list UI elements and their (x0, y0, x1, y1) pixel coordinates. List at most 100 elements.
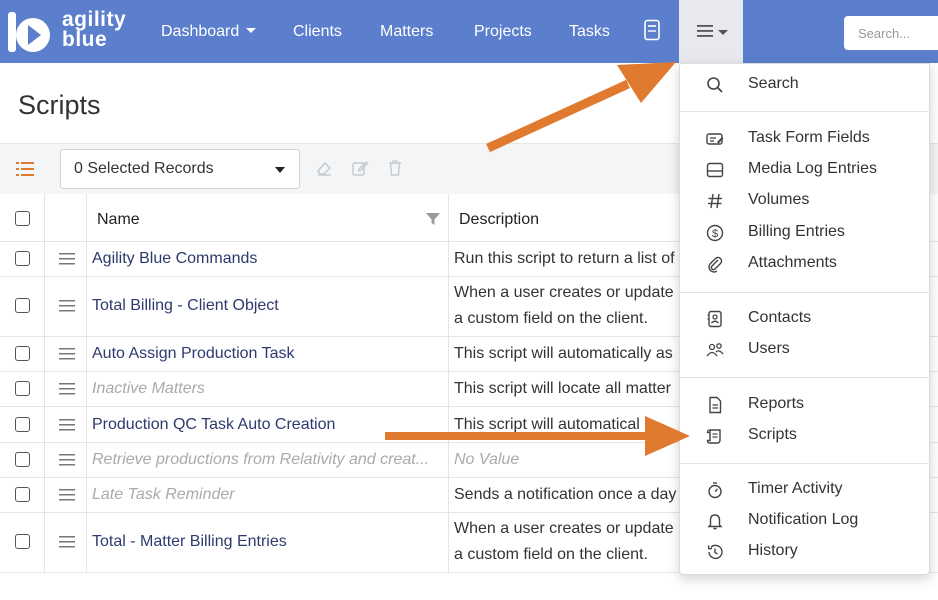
drag-handle-icon[interactable] (59, 489, 75, 501)
drag-handle-icon[interactable] (59, 253, 75, 265)
menu-item-label: Timer Activity (748, 480, 843, 497)
history-icon (707, 544, 723, 560)
menu-item-history[interactable]: History (680, 537, 931, 567)
brand-logo[interactable]: agility blue (6, 8, 146, 56)
column-header-name: Name (97, 211, 140, 228)
logo-line2: blue (62, 28, 108, 51)
row-name-cell: Production QC Task Auto Creation (87, 407, 449, 442)
trash-icon[interactable] (386, 159, 404, 177)
dollar-circle-icon: $ (706, 224, 724, 242)
list-icon[interactable] (16, 161, 34, 177)
menu-item-reports[interactable]: Reports (680, 390, 931, 420)
script-description: Sends a notification once a day (454, 486, 677, 503)
menu-item-users[interactable]: Users (680, 335, 931, 365)
filter-icon[interactable] (426, 212, 440, 226)
row-checkbox[interactable] (15, 298, 30, 313)
chevron-down-icon (718, 30, 728, 35)
more-menu-dropdown: Search Task Form Fields Media Log Entrie… (679, 63, 931, 575)
row-checkbox[interactable] (15, 381, 30, 396)
nav-tasks[interactable]: Tasks (569, 0, 610, 63)
script-name-link[interactable]: Total Billing - Client Object (92, 297, 279, 315)
nav-tasks-label: Tasks (569, 23, 610, 40)
select-all-checkbox[interactable] (15, 211, 30, 226)
nav-projects[interactable]: Projects (474, 0, 532, 63)
row-check-cell (0, 277, 45, 336)
row-name-cell: Auto Assign Production Task (87, 337, 449, 371)
row-drag-cell (45, 513, 87, 572)
logo-wordmark: agility blue (62, 9, 126, 51)
eraser-icon[interactable] (315, 159, 333, 177)
row-drag-cell (45, 407, 87, 442)
nav-matters-label: Matters (380, 23, 434, 40)
row-checkbox[interactable] (15, 487, 30, 502)
row-name-cell: Total Billing - Client Object (87, 277, 449, 336)
script-name-link[interactable]: Retrieve productions from Relativity and… (92, 451, 429, 469)
drag-handle-icon[interactable] (59, 536, 75, 548)
header-check-cell (0, 194, 45, 241)
more-menu-toggle[interactable] (679, 0, 743, 63)
drag-handle-icon[interactable] (59, 300, 75, 312)
chevron-down-icon (275, 167, 285, 173)
drag-handle-icon[interactable] (59, 348, 75, 360)
row-drag-cell (45, 337, 87, 371)
edit-icon[interactable] (351, 159, 369, 177)
page-title: Scripts (18, 90, 101, 120)
row-checkbox[interactable] (15, 251, 30, 266)
script-description: This script will automatical (454, 416, 640, 433)
script-name-link[interactable]: Agility Blue Commands (92, 250, 257, 268)
menu-item-notification-log[interactable]: Notification Log (680, 506, 931, 536)
nav-matters[interactable]: Matters (380, 0, 433, 63)
menu-item-label: Volumes (748, 191, 810, 208)
script-description: No Value (454, 451, 520, 468)
report-icon (709, 396, 722, 414)
script-name-link[interactable]: Inactive Matters (92, 380, 205, 398)
row-drag-cell (45, 443, 87, 477)
row-check-cell (0, 407, 45, 442)
script-description: a custom field on the client. (454, 546, 648, 563)
row-checkbox[interactable] (15, 346, 30, 361)
menu-item-volumes[interactable]: Volumes (680, 186, 931, 216)
script-description: When a user creates or update (454, 284, 674, 301)
script-name-link[interactable]: Production QC Task Auto Creation (92, 416, 335, 434)
menu-item-media-log-entries[interactable]: Media Log Entries (680, 155, 931, 185)
divider (680, 111, 931, 112)
menu-item-scripts[interactable]: Scripts (680, 421, 931, 451)
menu-item-billing-entries[interactable]: $ Billing Entries (680, 218, 931, 248)
arrow-to-menu-toggle (486, 62, 676, 153)
menu-item-task-form-fields[interactable]: Task Form Fields (680, 124, 931, 154)
menu-item-label: History (748, 542, 798, 559)
nav-dashboard[interactable]: Dashboard (161, 0, 257, 63)
menu-item-timer-activity[interactable]: Timer Activity (680, 475, 931, 505)
nav-clients[interactable]: Clients (293, 0, 342, 63)
drag-handle-icon[interactable] (59, 454, 75, 466)
logo-mark-icon (8, 12, 50, 52)
menu-item-label: Media Log Entries (748, 160, 877, 177)
script-name-link[interactable]: Auto Assign Production Task (92, 345, 295, 363)
row-drag-cell (45, 242, 87, 276)
menu-item-search[interactable]: Search (680, 70, 931, 100)
drag-handle-icon[interactable] (59, 383, 75, 395)
row-checkbox[interactable] (15, 417, 30, 432)
form-fields-icon (706, 133, 724, 145)
row-drag-cell (45, 277, 87, 336)
selected-records-label: 0 Selected Records (74, 160, 214, 177)
header-name-cell[interactable]: Name (87, 194, 449, 241)
hash-icon (708, 193, 722, 209)
divider (680, 463, 931, 464)
nav-clients-label: Clients (293, 23, 342, 40)
selected-records-dropdown[interactable]: 0 Selected Records (60, 149, 300, 189)
row-checkbox[interactable] (15, 534, 30, 549)
search-input[interactable] (844, 16, 938, 50)
script-name-link[interactable]: Late Task Reminder (92, 486, 235, 504)
calculator-icon[interactable] (643, 19, 661, 41)
search-icon (707, 77, 723, 93)
row-name-cell: Late Task Reminder (87, 478, 449, 512)
drag-handle-icon[interactable] (59, 419, 75, 431)
nav-projects-label: Projects (474, 23, 532, 40)
menu-item-label: Notification Log (748, 511, 859, 528)
menu-item-contacts[interactable]: Contacts (680, 304, 931, 334)
column-header-description: Description (459, 211, 540, 228)
script-name-link[interactable]: Total - Matter Billing Entries (92, 533, 287, 551)
row-checkbox[interactable] (15, 452, 30, 467)
menu-item-attachments[interactable]: Attachments (680, 249, 931, 279)
